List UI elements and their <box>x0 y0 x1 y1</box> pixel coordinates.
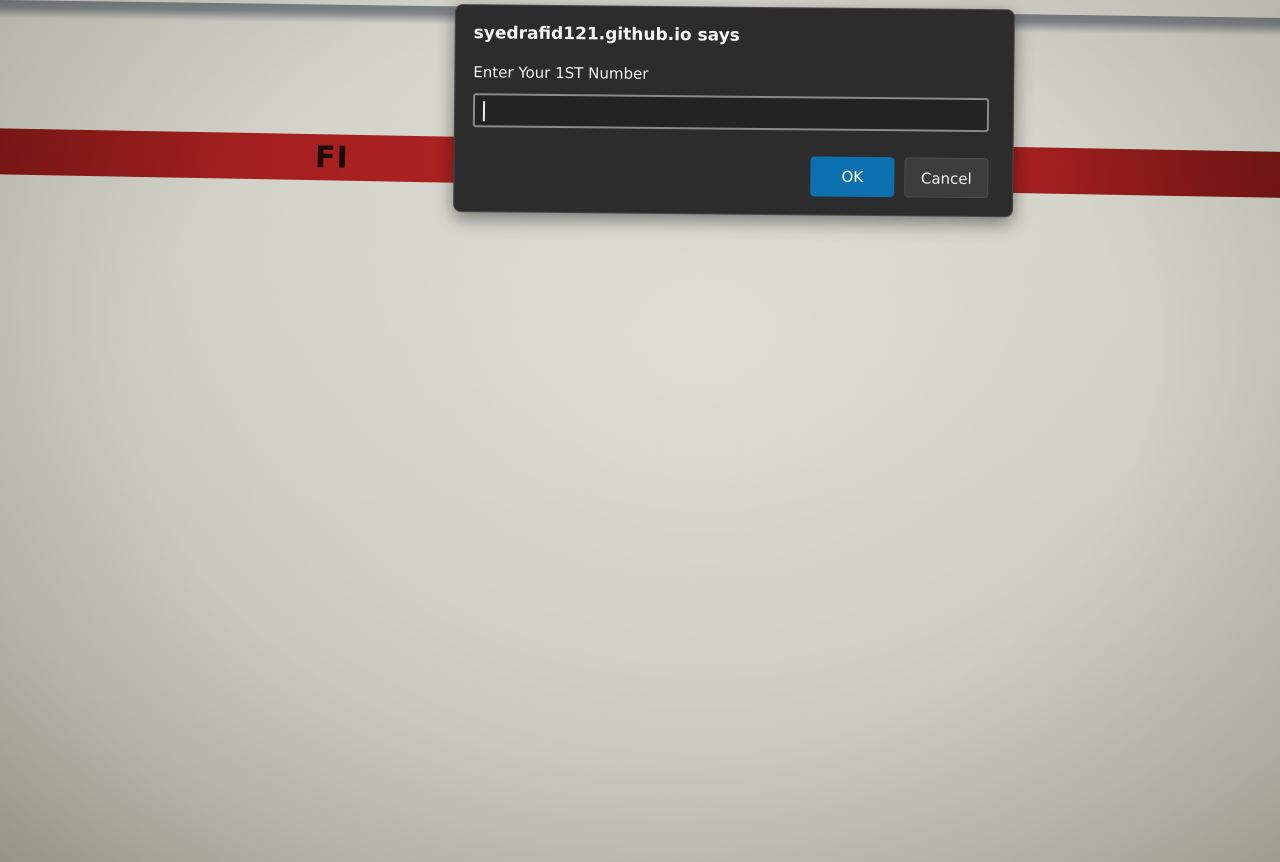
dialog-title: syedrafid121.github.io says <box>473 23 740 46</box>
ok-button[interactable]: OK <box>810 156 895 198</box>
cancel-button[interactable]: Cancel <box>904 157 989 199</box>
number-input[interactable] <box>472 93 990 133</box>
dialog-message: Enter Your 1ST Number <box>473 63 649 83</box>
prompt-dialog: syedrafid121.github.io says Enter Your 1… <box>453 4 1015 218</box>
text-caret <box>482 101 486 122</box>
